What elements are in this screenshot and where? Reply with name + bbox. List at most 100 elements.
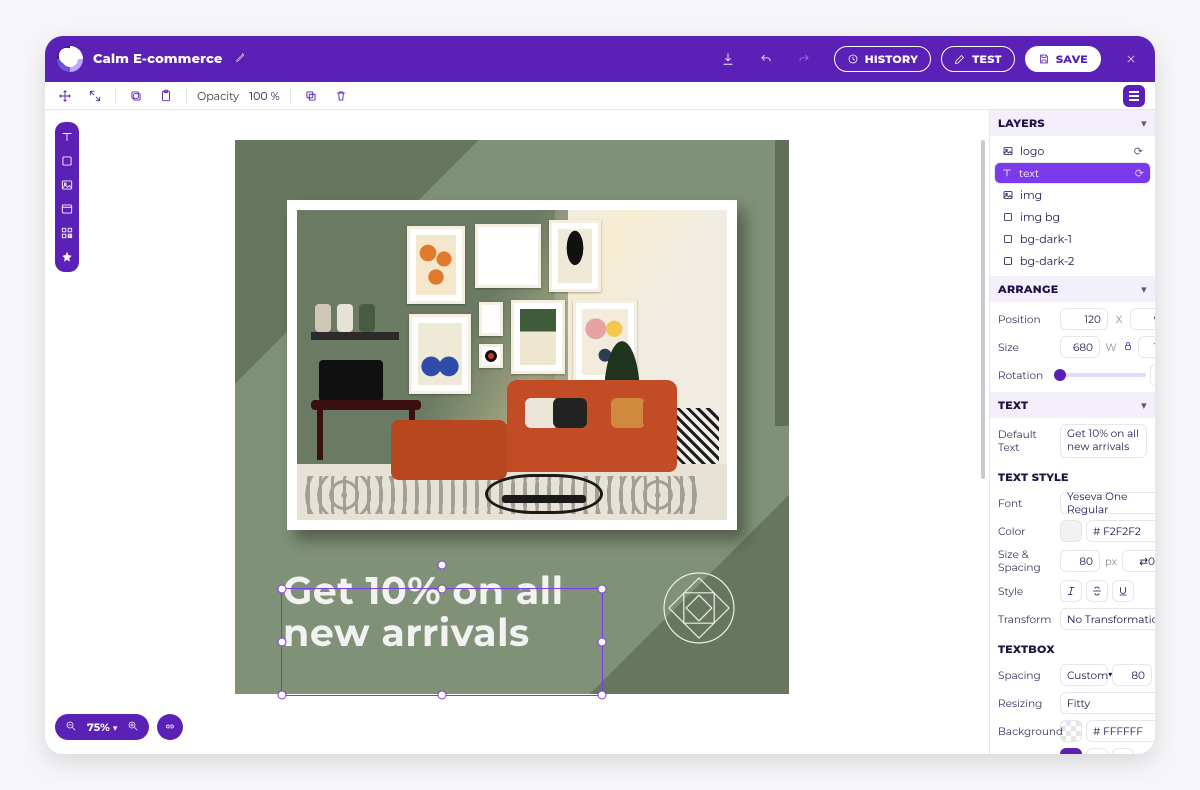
sync-icon[interactable]: ⟳ xyxy=(1135,166,1144,180)
copy-icon[interactable] xyxy=(126,86,146,106)
lock-aspect-icon[interactable] xyxy=(1122,340,1134,355)
top-icon-group xyxy=(716,47,816,71)
history-button[interactable]: HISTORY xyxy=(834,46,932,72)
layer-item-bgdark1[interactable]: bg-dark-1 xyxy=(994,228,1151,250)
layer-item-img[interactable]: img xyxy=(994,184,1151,206)
bg-swatch[interactable] xyxy=(1060,720,1082,742)
canvas-scrollbar[interactable] xyxy=(981,140,985,624)
divider xyxy=(115,88,116,104)
width-input[interactable]: 680 xyxy=(1060,336,1100,358)
align-center-button[interactable] xyxy=(1086,748,1108,754)
pos-y-input[interactable]: 910 xyxy=(1130,308,1155,330)
rename-icon[interactable] xyxy=(235,51,247,67)
test-button[interactable]: TEST xyxy=(941,46,1015,72)
move-tool-icon[interactable] xyxy=(55,86,75,106)
layer-item-bgdark2[interactable]: bg-dark-2 xyxy=(994,250,1151,272)
project-title: Calm E-commerce xyxy=(93,51,223,67)
resize-handle[interactable] xyxy=(278,638,287,647)
position-label: Position xyxy=(998,313,1054,326)
zoom-value[interactable]: 75% ▾ xyxy=(87,720,117,734)
chevron-down-icon: ▾ xyxy=(1141,282,1147,296)
font-size-input[interactable]: 80 xyxy=(1060,550,1100,572)
text-tool-icon[interactable] xyxy=(60,130,74,144)
opacity-value[interactable]: 100 % xyxy=(249,89,280,103)
color-swatch[interactable] xyxy=(1060,520,1082,542)
expand-tool-icon[interactable] xyxy=(85,86,105,106)
text-header[interactable]: TEXT ▾ xyxy=(990,392,1155,418)
selection-box[interactable] xyxy=(281,588,603,696)
layer-item-logo[interactable]: logo ⟳ xyxy=(994,140,1151,162)
resize-handle[interactable] xyxy=(278,585,287,594)
download-icon[interactable] xyxy=(716,47,740,71)
geometric-logo[interactable] xyxy=(661,570,737,646)
layer-item-text[interactable]: text ⟳ xyxy=(994,162,1151,184)
resize-handle[interactable] xyxy=(598,585,607,594)
browser-tool-icon[interactable] xyxy=(60,202,74,216)
panel-toggle-button[interactable] xyxy=(1123,85,1145,107)
opacity-label: Opacity xyxy=(197,89,239,103)
redo-icon[interactable] xyxy=(792,47,816,71)
strike-button[interactable] xyxy=(1086,580,1108,602)
undo-icon[interactable] xyxy=(754,47,778,71)
size-spacing-label: Size & Spacing xyxy=(998,548,1054,574)
transform-select[interactable]: No Transformation▾ xyxy=(1060,608,1155,630)
history-label: HISTORY xyxy=(865,52,919,66)
spacing-mode-select[interactable]: Custom▾ xyxy=(1060,664,1108,686)
height-input[interactable]: 180 xyxy=(1138,336,1155,358)
rotation-slider[interactable] xyxy=(1060,364,1146,386)
letter-spacing-input[interactable]: ⇄ 0 xyxy=(1122,550,1155,572)
chevron-down-icon: ▾ xyxy=(1141,116,1147,130)
resize-handle[interactable] xyxy=(598,691,607,700)
text-default: Default Text Get 10% on all new arrivals xyxy=(990,418,1155,464)
italic-button[interactable] xyxy=(1060,580,1082,602)
sync-icon[interactable]: ⟳ xyxy=(1134,144,1143,158)
arrange-title: ARRANGE xyxy=(998,282,1058,296)
top-bar: Calm E-commerce HISTORY TEST SAVE xyxy=(45,36,1155,82)
bg-hex-input[interactable]: # FFFFFF xyxy=(1086,720,1155,742)
default-text-input[interactable]: Get 10% on all new arrivals xyxy=(1060,424,1147,458)
divider xyxy=(290,88,291,104)
layer-label: bg-dark-2 xyxy=(1020,254,1074,268)
textbox-title: TEXTBOX xyxy=(990,636,1155,658)
layers-header[interactable]: LAYERS ▾ xyxy=(990,110,1155,136)
resize-handle[interactable] xyxy=(438,691,447,700)
shortcuts-button[interactable] xyxy=(157,714,183,740)
pos-x-input[interactable]: 120 xyxy=(1060,308,1108,330)
spacing-label: Spacing xyxy=(998,669,1054,682)
rotate-handle[interactable] xyxy=(438,561,447,570)
photo-frame[interactable] xyxy=(287,200,737,530)
align-right-button[interactable] xyxy=(1112,748,1134,754)
background-label: Background xyxy=(998,725,1054,738)
qr-tool-icon[interactable] xyxy=(60,226,74,240)
text-style-title: TEXT STYLE xyxy=(990,464,1155,486)
color-label: Color xyxy=(998,525,1054,538)
shape-tool-icon[interactable] xyxy=(60,154,74,168)
font-select[interactable]: Yeseva One Regular▾ xyxy=(1060,492,1155,514)
divider xyxy=(186,88,187,104)
rotation-label: Rotation xyxy=(998,369,1054,382)
paste-icon[interactable] xyxy=(156,86,176,106)
star-tool-icon[interactable] xyxy=(60,250,74,264)
zoom-in-icon[interactable] xyxy=(127,720,139,735)
textbox-props: Spacing Custom▾ 80px Resizing Fitty▾ Bac… xyxy=(990,658,1155,754)
arrange-header[interactable]: ARRANGE ▾ xyxy=(990,276,1155,302)
color-hex-input[interactable]: # F2F2F2 xyxy=(1086,520,1155,542)
app-window: Calm E-commerce HISTORY TEST SAVE xyxy=(45,36,1155,754)
save-button[interactable]: SAVE xyxy=(1025,46,1101,72)
close-icon[interactable] xyxy=(1119,47,1143,71)
zoom-out-icon[interactable] xyxy=(65,720,77,735)
resize-handle[interactable] xyxy=(278,691,287,700)
align-left-button[interactable] xyxy=(1060,748,1082,754)
resize-handle[interactable] xyxy=(598,638,607,647)
delete-icon[interactable] xyxy=(331,86,351,106)
resizing-select[interactable]: Fitty▾ xyxy=(1060,692,1155,714)
image-tool-icon[interactable] xyxy=(60,178,74,192)
canvas-area[interactable]: Get 10% on all new arrivals xyxy=(45,110,989,754)
layer-label: img bg xyxy=(1020,210,1060,224)
rotation-input[interactable]: 0 xyxy=(1150,364,1155,386)
layer-item-imgbg[interactable]: img bg xyxy=(994,206,1151,228)
duplicate-icon[interactable] xyxy=(301,86,321,106)
underline-button[interactable] xyxy=(1112,580,1134,602)
spacing-value-input[interactable]: 80 xyxy=(1112,664,1152,686)
resize-handle[interactable] xyxy=(438,585,447,594)
